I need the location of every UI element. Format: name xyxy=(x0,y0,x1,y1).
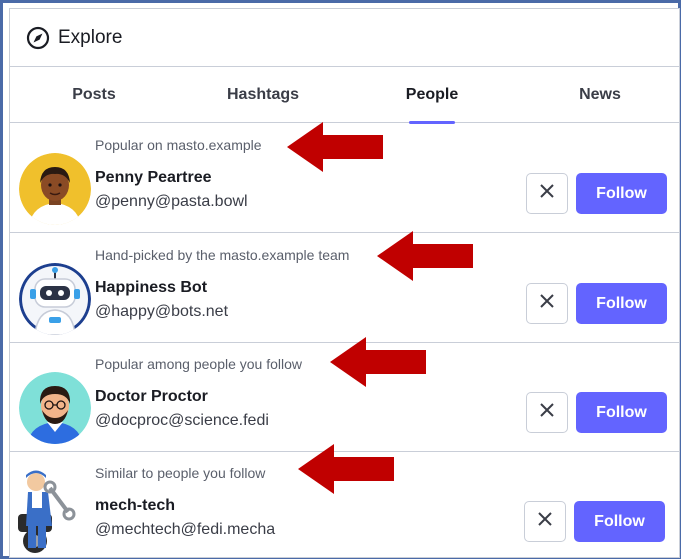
display-name[interactable]: Doctor Proctor xyxy=(95,388,208,406)
tab-people-label: People xyxy=(405,86,459,103)
explore-panel: Explore Posts Hashtags People News Popul… xyxy=(9,8,680,558)
explore-header: Explore xyxy=(10,9,679,67)
close-icon xyxy=(537,511,553,532)
follow-button[interactable]: Follow xyxy=(576,392,667,433)
annotation-arrow xyxy=(298,444,394,494)
close-icon xyxy=(539,183,555,204)
annotation-arrow xyxy=(330,337,426,387)
tab-posts[interactable]: Posts xyxy=(54,67,134,123)
suggestion-reason: Popular on masto.example xyxy=(95,137,262,153)
avatar[interactable] xyxy=(19,153,91,225)
explore-tabs: Posts Hashtags People News xyxy=(10,67,679,124)
account-handle[interactable]: @mechtech@fedi.mecha xyxy=(95,521,275,539)
suggestion-reason: Hand-picked by the masto.example team xyxy=(95,247,350,263)
account-handle[interactable]: @penny@pasta.bowl xyxy=(95,193,248,211)
close-icon xyxy=(539,293,555,314)
avatar[interactable] xyxy=(19,372,91,444)
list-item: Hand-picked by the masto.example team Ha… xyxy=(10,231,679,343)
annotation-arrow xyxy=(287,122,383,172)
screenshot-frame: Explore Posts Hashtags People News Popul… xyxy=(0,0,681,559)
list-item: Popular among people you follow Doctor P… xyxy=(10,337,679,452)
follow-button[interactable]: Follow xyxy=(576,173,667,214)
tab-hashtags[interactable]: Hashtags xyxy=(218,67,308,123)
close-icon xyxy=(539,402,555,423)
display-name[interactable]: mech-tech xyxy=(95,497,175,515)
account-handle[interactable]: @docproc@science.fedi xyxy=(95,412,269,430)
dismiss-button[interactable] xyxy=(524,501,566,542)
page-title: Explore xyxy=(58,26,123,48)
follow-button[interactable]: Follow xyxy=(574,501,665,542)
follow-button[interactable]: Follow xyxy=(576,283,667,324)
display-name[interactable]: Happiness Bot xyxy=(95,279,207,297)
tab-people[interactable]: People xyxy=(395,67,469,124)
compass-icon xyxy=(26,26,50,50)
annotation-arrow xyxy=(377,231,473,281)
avatar[interactable] xyxy=(18,468,78,554)
list-item: Popular on masto.example Penny Peartree … xyxy=(10,122,679,233)
display-name[interactable]: Penny Peartree xyxy=(95,169,212,187)
dismiss-button[interactable] xyxy=(526,392,568,433)
list-item: Similar to people you follow mech-tech @… xyxy=(10,444,679,557)
suggestion-reason: Popular among people you follow xyxy=(95,356,303,372)
dismiss-button[interactable] xyxy=(526,283,568,324)
tab-news[interactable]: News xyxy=(565,67,635,123)
suggestion-reason: Similar to people you follow xyxy=(95,465,266,481)
avatar[interactable] xyxy=(19,263,91,335)
account-handle[interactable]: @happy@bots.net xyxy=(95,303,228,321)
dismiss-button[interactable] xyxy=(526,173,568,214)
